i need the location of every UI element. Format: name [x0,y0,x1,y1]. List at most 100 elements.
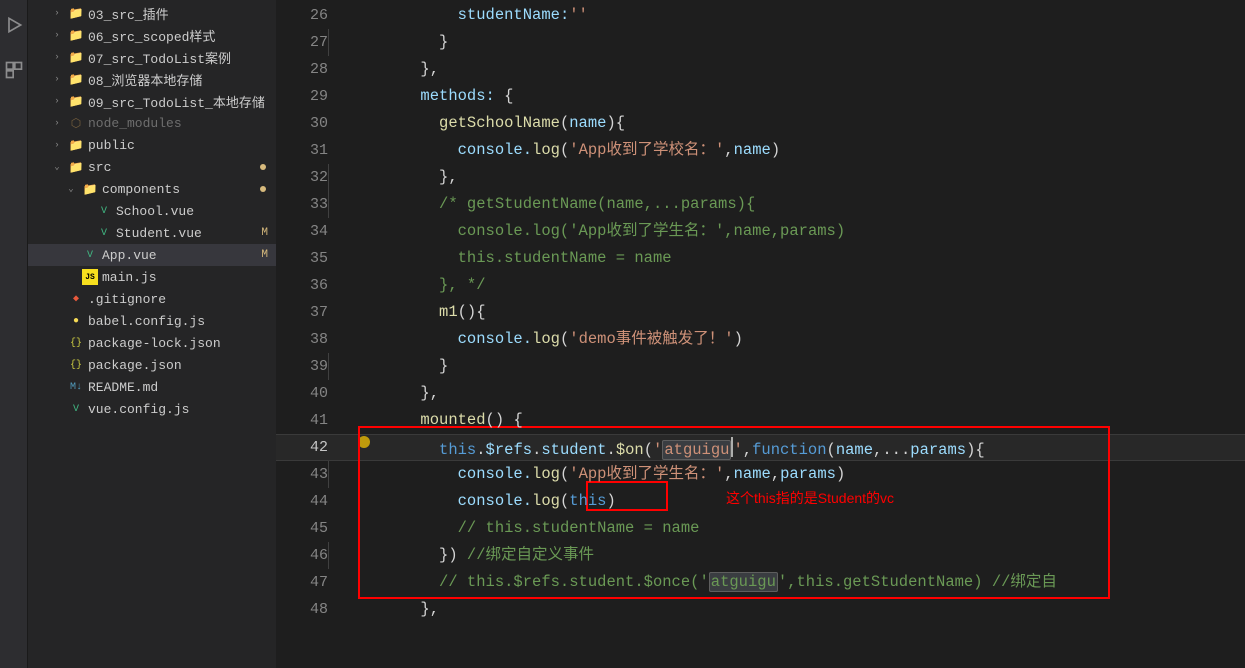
code-line[interactable]: /* getStudentName(name,...params){ [346,191,1245,218]
file-label: 03_src_插件 [88,4,276,23]
file-tree-item[interactable]: V App.vue M [28,244,276,266]
file-label: babel.config.js [88,314,276,329]
folder-icon: 📁 [68,93,84,109]
file-tree-item[interactable]: ◆.gitignore [28,288,276,310]
file-tree-item[interactable]: JS main.js [28,266,276,288]
modified-dot [260,186,266,192]
line-number: 28 [276,56,328,83]
code-line[interactable]: }, [346,56,1245,83]
code-editor[interactable]: 2627282930313233343536373839404142434445… [276,0,1245,668]
code-line[interactable]: getSchoolName(name){ [346,110,1245,137]
file-label: package.json [88,358,276,373]
file-tree-item[interactable]: ›📁public [28,134,276,156]
vue-icon: V [82,247,98,263]
file-label: App.vue [102,248,257,263]
git-icon: ◆ [68,291,84,307]
modified-dot [260,164,266,170]
file-label: main.js [102,270,276,285]
chevron-icon: › [50,28,64,42]
file-tree-item[interactable]: {}package-lock.json [28,332,276,354]
code-line[interactable]: this.studentName = name [346,245,1245,272]
code-line[interactable]: }, [346,596,1245,623]
code-line[interactable]: console.log('App收到了学生名：',name,params) [346,461,1245,488]
file-label: 09_src_TodoList_本地存储 [88,92,276,111]
line-number: 31 [276,137,328,164]
file-tree-item[interactable]: ›📁08_浏览器本地存储 [28,68,276,90]
file-tree-item[interactable]: ● babel.config.js [28,310,276,332]
folder-icon: 📁 [68,71,84,87]
file-tree-item[interactable]: ›📁03_src_插件 [28,2,276,24]
modified-badge: M [261,227,268,239]
line-number: 47 [276,569,328,596]
file-label: components [102,182,256,197]
chevron-icon: › [50,50,64,64]
activity-bar [0,0,28,668]
file-tree-item[interactable]: VSchool.vue [28,200,276,222]
markdown-icon: M↓ [68,379,84,395]
code-line[interactable]: // this.studentName = name [346,515,1245,542]
line-number: 32 [276,164,328,191]
code-line[interactable]: this.$refs.student.$on('atguigu',functio… [346,434,1245,461]
file-label: Student.vue [116,226,257,241]
js-icon: JS [82,269,98,285]
file-tree-item[interactable]: ›📁07_src_TodoList案例 [28,46,276,68]
code-line[interactable]: console.log(this) [346,488,1245,515]
code-line[interactable]: }, [346,164,1245,191]
file-label: README.md [88,380,276,395]
code-line[interactable]: mounted() { [346,407,1245,434]
json-icon: {} [68,357,84,373]
code-line[interactable]: methods: { [346,83,1245,110]
line-number: 35 [276,245,328,272]
chevron-icon [50,336,64,350]
chevron-icon [78,226,92,240]
line-number: 37 [276,299,328,326]
folder-icon: 📁 [68,159,84,175]
file-tree-item[interactable]: ›📁06_src_scoped样式 [28,24,276,46]
file-tree-item[interactable]: ›📁09_src_TodoList_本地存储 [28,90,276,112]
file-tree-item[interactable]: M↓ README.md [28,376,276,398]
file-tree-item[interactable]: {} package.json [28,354,276,376]
line-number: 44 [276,488,328,515]
chevron-icon: › [50,72,64,86]
file-tree-item[interactable]: VStudent.vueM [28,222,276,244]
chevron-icon: ⌄ [50,160,64,174]
chevron-icon [78,204,92,218]
run-icon[interactable] [4,15,24,35]
json-icon: {} [68,335,84,351]
chevron-icon: › [50,6,64,20]
line-number: 46 [276,542,328,569]
file-tree-item[interactable]: ⌄📁src [28,156,276,178]
code-line[interactable]: }, [346,380,1245,407]
code-line[interactable]: console.log('demo事件被触发了！') [346,326,1245,353]
code-line[interactable]: } [346,353,1245,380]
code-line[interactable]: // this.$refs.student.$once('atguigu',th… [346,569,1245,596]
code-line[interactable]: studentName:'' [346,2,1245,29]
code-line[interactable]: console.log('App收到了学生名：',name,params) [346,218,1245,245]
folder-icon: ⬡ [68,115,84,131]
line-number: 39 [276,353,328,380]
extensions-icon[interactable] [4,60,24,80]
code-line[interactable]: }) //绑定自定义事件 [346,542,1245,569]
line-number: 43 [276,461,328,488]
modified-badge: M [261,249,268,261]
file-tree-item[interactable]: Vvue.config.js [28,398,276,420]
code-line[interactable]: } [346,29,1245,56]
file-tree-item[interactable]: ⌄📁components [28,178,276,200]
chevron-icon: ⌄ [64,182,78,196]
chevron-icon [50,402,64,416]
code-line[interactable]: }, */ [346,272,1245,299]
vue-icon: V [68,401,84,417]
babel-icon: ● [68,313,84,329]
file-label: 07_src_TodoList案例 [88,48,276,67]
chevron-icon [50,292,64,306]
code-line[interactable]: m1(){ [346,299,1245,326]
line-gutter: 2627282930313233343536373839404142434445… [276,0,346,668]
folder-icon: 📁 [68,137,84,153]
code-line[interactable]: console.log('App收到了学校名：',name) [346,137,1245,164]
code-content[interactable]: 这个this指的是Student的vc studentName:'' } }, … [346,0,1245,668]
chevron-icon [64,270,78,284]
line-number: 48 [276,596,328,623]
file-tree-item[interactable]: ›⬡node_modules [28,112,276,134]
file-label: 06_src_scoped样式 [88,26,276,45]
file-explorer: ›📁03_src_插件›📁06_src_scoped样式›📁07_src_Tod… [28,0,276,668]
